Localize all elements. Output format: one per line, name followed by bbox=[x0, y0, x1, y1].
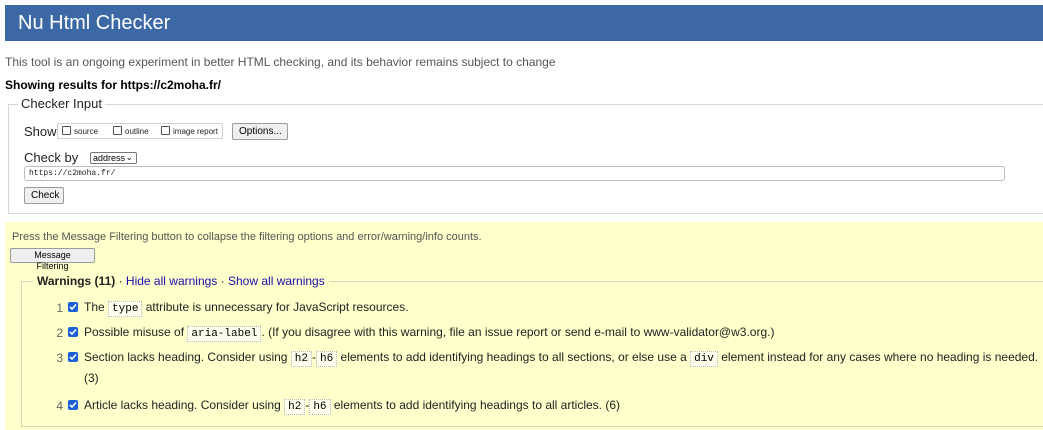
warning-message: The type attribute is unnecessary for Ja… bbox=[84, 297, 409, 320]
address-input[interactable]: https://c2moha.fr/ bbox=[24, 166, 1005, 181]
outline-checkbox-label: outline bbox=[125, 127, 149, 136]
warning-text: Article lacks heading. Consider using bbox=[84, 398, 285, 412]
checker-input-fieldset bbox=[8, 104, 1043, 214]
source-checkbox-label: source bbox=[74, 127, 99, 136]
warning-message: Section lacks heading. Consider using h2… bbox=[84, 347, 1038, 370]
code-token: h6 bbox=[309, 399, 331, 415]
code-token: div bbox=[690, 351, 718, 367]
warning-text: attribute is unnecessary for JavaScript … bbox=[142, 300, 409, 314]
warning-number: 4 bbox=[56, 399, 63, 413]
checker-input-legend: Checker Input bbox=[18, 96, 105, 112]
code-token: aria-label bbox=[187, 326, 262, 342]
check-by-select[interactable]: address ⌄ bbox=[90, 152, 137, 164]
show-all-warnings-link[interactable]: Show all warnings bbox=[228, 274, 325, 288]
options-button[interactable]: Options... bbox=[232, 123, 288, 140]
warning-count: (3) bbox=[84, 371, 99, 385]
check-by-value: address bbox=[93, 153, 126, 163]
warning-text: element instead for any cases where no h… bbox=[717, 350, 1039, 364]
code-token: h2 bbox=[284, 399, 306, 415]
warning-number: 3 bbox=[56, 351, 63, 365]
warning-message: Possible misuse of aria-label. (If you d… bbox=[84, 322, 774, 345]
chevron-down-icon: ⌄ bbox=[125, 152, 133, 162]
warning-checkbox[interactable] bbox=[68, 327, 78, 337]
page-title: Nu Html Checker bbox=[18, 12, 171, 34]
intro-text: This tool is an ongoing experiment in be… bbox=[5, 55, 556, 69]
hide-all-warnings-link[interactable]: Hide all warnings bbox=[126, 274, 217, 288]
check-by-label: Check by bbox=[24, 150, 79, 165]
message-filtering-button[interactable]: Message Filtering bbox=[10, 248, 95, 271]
show-label: Show bbox=[24, 124, 57, 139]
warning-text: . (If you disagree with this warning, fi… bbox=[261, 325, 775, 339]
warning-number: 1 bbox=[56, 301, 63, 315]
warnings-legend: Warnings (11) · Hide all warnings · Show… bbox=[33, 273, 329, 289]
showing-results: Showing results for https://c2moha.fr/ bbox=[5, 78, 222, 92]
warning-text: The bbox=[84, 300, 109, 314]
legend-separator: · bbox=[118, 274, 123, 288]
warning-number: 2 bbox=[56, 326, 63, 340]
image-report-checkbox[interactable] bbox=[161, 126, 170, 135]
warning-text: elements to add identifying headings to … bbox=[330, 398, 621, 412]
source-checkbox[interactable] bbox=[62, 126, 71, 135]
app-header: Nu Html Checker bbox=[5, 5, 1043, 41]
code-token: type bbox=[108, 301, 143, 317]
outline-checkbox[interactable] bbox=[113, 126, 122, 135]
warning-checkbox[interactable] bbox=[68, 352, 78, 362]
filtering-instructions: Press the Message Filtering button to co… bbox=[12, 231, 482, 243]
warning-text: Section lacks heading. Consider using bbox=[84, 350, 291, 364]
warning-checkbox[interactable] bbox=[68, 400, 78, 410]
image-report-checkbox-label: image report bbox=[173, 127, 218, 136]
warning-checkbox[interactable] bbox=[68, 302, 78, 312]
check-button[interactable]: Check bbox=[24, 187, 64, 204]
code-token: h6 bbox=[316, 351, 338, 367]
warning-text: elements to add identifying headings to … bbox=[337, 350, 691, 364]
code-token: h2 bbox=[290, 351, 312, 367]
warnings-title: Warnings (11) bbox=[37, 274, 116, 288]
warning-text: Possible misuse of bbox=[84, 325, 188, 339]
legend-separator: · bbox=[220, 274, 225, 288]
warning-message: Article lacks heading. Consider using h2… bbox=[84, 395, 620, 418]
